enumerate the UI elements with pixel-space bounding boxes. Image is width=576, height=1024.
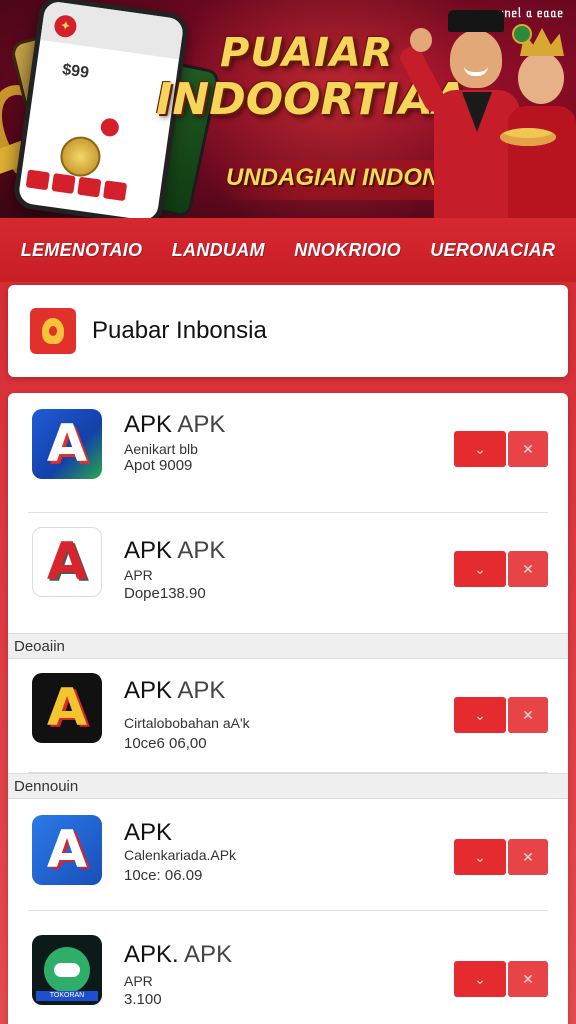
site-title: Puabar Inbonsia bbox=[92, 317, 267, 344]
icon-strip-text: TOKORAN bbox=[36, 991, 98, 1001]
close-button[interactable]: ✕ bbox=[508, 697, 548, 733]
site-header-card[interactable]: Puabar Inbonsia bbox=[8, 285, 568, 377]
category-tab-4[interactable]: UERONACIAR bbox=[430, 240, 555, 261]
phone-logo-icon: ✦ bbox=[53, 13, 78, 39]
app-description: APR bbox=[124, 567, 153, 583]
close-button[interactable]: ✕ bbox=[508, 961, 548, 997]
a-red-white-icon[interactable]: A bbox=[32, 527, 102, 597]
app-list: A APK APK Aenikart blb Apot 9009 ⌄ ✕ A A… bbox=[8, 393, 568, 1024]
app-size: 10ce6 06,00 bbox=[124, 735, 207, 752]
app-name: APK APK bbox=[124, 411, 226, 438]
promo-banner[interactable]: ✦ $99 PUAIAR INDOORTIAA UNDAGIAN INDONES… bbox=[0, 0, 576, 218]
app-size: Apot 9009 bbox=[124, 457, 193, 474]
section-header: Deoaiin bbox=[8, 633, 568, 659]
close-button[interactable]: ✕ bbox=[508, 551, 548, 587]
a-blue-icon[interactable]: A bbox=[32, 409, 102, 479]
category-tab-3[interactable]: NNOKRIOIO bbox=[294, 240, 401, 261]
close-button[interactable]: ✕ bbox=[508, 431, 548, 467]
coin-icon bbox=[57, 133, 104, 180]
green-circle-icon[interactable]: TOKORAN bbox=[32, 935, 102, 1005]
list-item[interactable]: A APK Calenkariada.APk 10ce: 06.09 ⌄ ✕ bbox=[28, 799, 548, 911]
mascot-kid-image bbox=[500, 24, 576, 218]
app-description: Cirtalobobahan aA'k bbox=[124, 715, 250, 731]
phone-red-dot-icon bbox=[99, 117, 120, 138]
category-tab-2[interactable]: LANDUAM bbox=[172, 240, 265, 261]
banner-title-line2: INDOORTIAA bbox=[156, 74, 467, 125]
list-item[interactable]: A APK APK Aenikart blb Apot 9009 ⌄ ✕ bbox=[28, 393, 548, 513]
a-yellow-black-icon[interactable]: A bbox=[32, 673, 102, 743]
app-description: APR bbox=[124, 973, 153, 989]
a-blue-white-icon[interactable]: A bbox=[32, 815, 102, 885]
app-name: APK bbox=[124, 819, 173, 846]
app-size: 3.100 bbox=[124, 991, 162, 1008]
download-button[interactable]: ⌄ bbox=[454, 431, 506, 467]
flame-logo-icon bbox=[30, 308, 76, 354]
gem-icon bbox=[512, 24, 532, 44]
banner-title: PUAIAR INDOORTIAA bbox=[156, 30, 467, 125]
category-tab-1[interactable]: LEMENOTAIO bbox=[21, 240, 143, 261]
close-button[interactable]: ✕ bbox=[508, 839, 548, 875]
app-name: APK. APK bbox=[124, 941, 233, 968]
list-item[interactable]: A APK APK Cirtalobobahan aA'k 10ce6 06,0… bbox=[28, 659, 548, 773]
app-description: Aenikart blb bbox=[124, 441, 198, 457]
category-nav: LEMENOTAIO LANDUAM NNOKRIOIO UERONACIAR bbox=[0, 218, 576, 282]
app-name: APK APK bbox=[124, 537, 226, 564]
food-plate-icon bbox=[500, 128, 556, 146]
app-size: Dope138.90 bbox=[124, 585, 206, 602]
app-name: APK APK bbox=[124, 677, 226, 704]
app-size: 10ce: 06.09 bbox=[124, 867, 203, 884]
download-button[interactable]: ⌄ bbox=[454, 839, 506, 875]
list-item[interactable]: A APK APK APR Dope138.90 ⌄ ✕ bbox=[28, 513, 548, 633]
phone-number: $99 bbox=[61, 61, 90, 82]
section-header: Dennouin bbox=[8, 773, 568, 799]
app-description: Calenkariada.APk bbox=[124, 847, 237, 863]
download-button[interactable]: ⌄ bbox=[454, 697, 506, 733]
phone-bottom-bar bbox=[25, 169, 153, 208]
download-button[interactable]: ⌄ bbox=[454, 961, 506, 997]
download-button[interactable]: ⌄ bbox=[454, 551, 506, 587]
list-item[interactable]: TOKORAN APK. APK APR 3.100 ⌄ ✕ bbox=[28, 911, 548, 1024]
